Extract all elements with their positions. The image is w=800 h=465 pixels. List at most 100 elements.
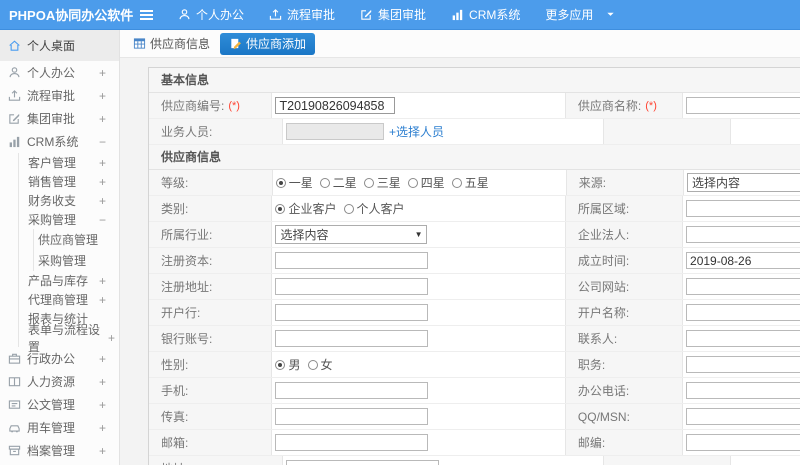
nav-workflow-approval[interactable]: 流程审批	[269, 6, 335, 23]
sidebar-item-finance[interactable]: 财务收支 +	[19, 191, 119, 210]
address-input[interactable]	[286, 460, 439, 465]
flow-icon	[269, 8, 282, 21]
form-row: 等级: 一星 二星 三星 四星 五星 来源: 选择内容▼	[149, 170, 800, 196]
menu-toggle-icon[interactable]	[140, 9, 153, 20]
email-input[interactable]	[275, 434, 429, 451]
contact-input[interactable]	[686, 330, 800, 347]
edit-icon	[360, 8, 373, 21]
sidebar-item-group-approval[interactable]: 集团审批 +	[0, 107, 119, 130]
sidebar-item-purchasing[interactable]: 采购管理	[34, 250, 119, 271]
radio-option[interactable]: 男	[275, 356, 301, 373]
legal-person-input[interactable]	[686, 226, 800, 243]
radio-icon	[307, 359, 318, 370]
sidebar-item-workflow-approval[interactable]: 流程审批 +	[0, 84, 119, 107]
field-label: 注册地址:	[149, 274, 273, 299]
field-label: 业务人员:	[149, 119, 283, 144]
gender-radio-group: 男 女	[272, 352, 566, 377]
radio-option[interactable]: 个人客户	[343, 200, 405, 217]
sidebar-item-agent-mgmt[interactable]: 代理商管理 +	[19, 290, 119, 309]
field-label: 邮箱:	[149, 430, 273, 455]
field-label: QQ/MSN:	[565, 404, 684, 429]
form-row: 注册资本: 成立时间:	[149, 248, 800, 274]
form-row: 供应商编号:(*) 供应商名称:(*)	[149, 93, 800, 119]
radio-option[interactable]: 二星	[319, 174, 357, 191]
nav-personal-office[interactable]: 个人办公	[178, 6, 244, 23]
tab-strip: 供应商信息 供应商添加	[120, 30, 800, 58]
radio-icon	[451, 177, 462, 188]
sidebar-item-personal-desktop[interactable]: 个人桌面	[0, 30, 119, 61]
field-label: 办公电话:	[565, 378, 684, 403]
radio-option[interactable]: 一星	[275, 174, 313, 191]
purchase-submenu: 供应商管理 采购管理	[33, 229, 119, 271]
industry-select[interactable]: 选择内容 ▼	[275, 225, 428, 244]
sidebar: 个人桌面 个人办公 + 流程审批 + 集团审批 + CRM系统 − 客户管理 +	[0, 30, 120, 465]
field-label: 供应商名称: (*)	[565, 93, 684, 118]
reg-address-input[interactable]	[275, 278, 429, 295]
level-radio-group: 一星 二星 三星 四星 五星	[272, 170, 567, 195]
add-icon	[229, 37, 242, 50]
nav-crm[interactable]: CRM系统	[451, 6, 520, 23]
select-staff-link[interactable]: +选择人员	[389, 123, 444, 140]
sidebar-item-official-docs[interactable]: 公文管理 +	[0, 393, 119, 416]
flow-icon	[8, 89, 21, 102]
radio-icon	[407, 177, 418, 188]
founded-date-input[interactable]	[686, 252, 800, 269]
form-row: 银行账号: 联系人:	[149, 326, 800, 352]
radio-option[interactable]: 女	[307, 356, 333, 373]
supplier-no-input[interactable]	[275, 97, 396, 114]
sidebar-item-sales-mgmt[interactable]: 销售管理 +	[19, 172, 119, 191]
zip-input[interactable]	[686, 434, 800, 451]
field-label: 性别:	[149, 352, 273, 377]
sidebar-item-personal-office[interactable]: 个人办公 +	[0, 61, 119, 84]
caret-down-icon	[606, 10, 615, 19]
mobile-input[interactable]	[275, 382, 429, 399]
radio-option[interactable]: 四星	[407, 174, 445, 191]
bank-input[interactable]	[275, 304, 429, 321]
bank-account-input[interactable]	[275, 330, 429, 347]
tab-supplier-info[interactable]: 供应商信息	[133, 35, 210, 52]
tab-supplier-add[interactable]: 供应商添加	[220, 32, 316, 55]
user-icon	[178, 8, 191, 21]
region-input[interactable]	[686, 200, 800, 217]
empty-field-cell	[731, 456, 800, 465]
sidebar-item-archives[interactable]: 档案管理 +	[0, 439, 119, 462]
field-label: 来源:	[566, 170, 685, 195]
sidebar-item-vehicle-mgmt[interactable]: 用车管理 +	[0, 416, 119, 439]
nav-more-apps[interactable]: 更多应用	[545, 6, 615, 23]
supplier-add-form: 基本信息 供应商编号:(*) 供应商名称:(*) 业务人员:	[148, 67, 800, 465]
sidebar-item-form-flow-settings[interactable]: 表单与流程设置 +	[19, 323, 119, 354]
form-row: 传真: QQ/MSN:	[149, 404, 800, 430]
sidebar-item-customer-mgmt[interactable]: 客户管理 +	[19, 153, 119, 172]
account-name-input[interactable]	[686, 304, 800, 321]
field-label: 邮编:	[565, 430, 684, 455]
field-label: 联系人:	[565, 326, 684, 351]
crm-submenu: 客户管理 + 销售管理 + 财务收支 + 采购管理 − 供应商管理 采购管理 产…	[18, 153, 119, 354]
field-label: 公司网站:	[565, 274, 684, 299]
nav-group-approval[interactable]: 集团审批	[360, 6, 426, 23]
radio-option[interactable]: 三星	[363, 174, 401, 191]
form-row: 性别: 男 女 职务:	[149, 352, 800, 378]
website-input[interactable]	[686, 278, 800, 295]
empty-field-cell	[731, 119, 800, 144]
form-row: 注册地址: 公司网站:	[149, 274, 800, 300]
source-select[interactable]: 选择内容▼	[687, 173, 800, 192]
sidebar-item-products-inventory[interactable]: 产品与库存 +	[19, 271, 119, 290]
radio-option[interactable]: 五星	[451, 174, 489, 191]
field-label: 地址:	[149, 456, 283, 465]
sidebar-item-supplier-mgmt[interactable]: 供应商管理	[34, 229, 119, 250]
supplier-name-input[interactable]	[686, 97, 800, 114]
field-label: 供应商编号: (*)	[149, 93, 273, 118]
qq-msn-input[interactable]	[686, 408, 800, 425]
position-input[interactable]	[686, 356, 800, 373]
sidebar-item-hr[interactable]: 人力资源 +	[0, 370, 119, 393]
radio-option[interactable]: 企业客户	[275, 200, 337, 217]
briefcase-icon	[8, 352, 21, 365]
sidebar-item-crm[interactable]: CRM系统 −	[0, 130, 119, 153]
staff-input[interactable]	[286, 123, 384, 140]
radio-icon	[275, 203, 286, 214]
radio-icon	[363, 177, 374, 188]
sidebar-item-purchase-mgmt[interactable]: 采购管理 −	[19, 210, 119, 229]
reg-capital-input[interactable]	[275, 252, 429, 269]
office-phone-input[interactable]	[686, 382, 800, 399]
fax-input[interactable]	[275, 408, 429, 425]
